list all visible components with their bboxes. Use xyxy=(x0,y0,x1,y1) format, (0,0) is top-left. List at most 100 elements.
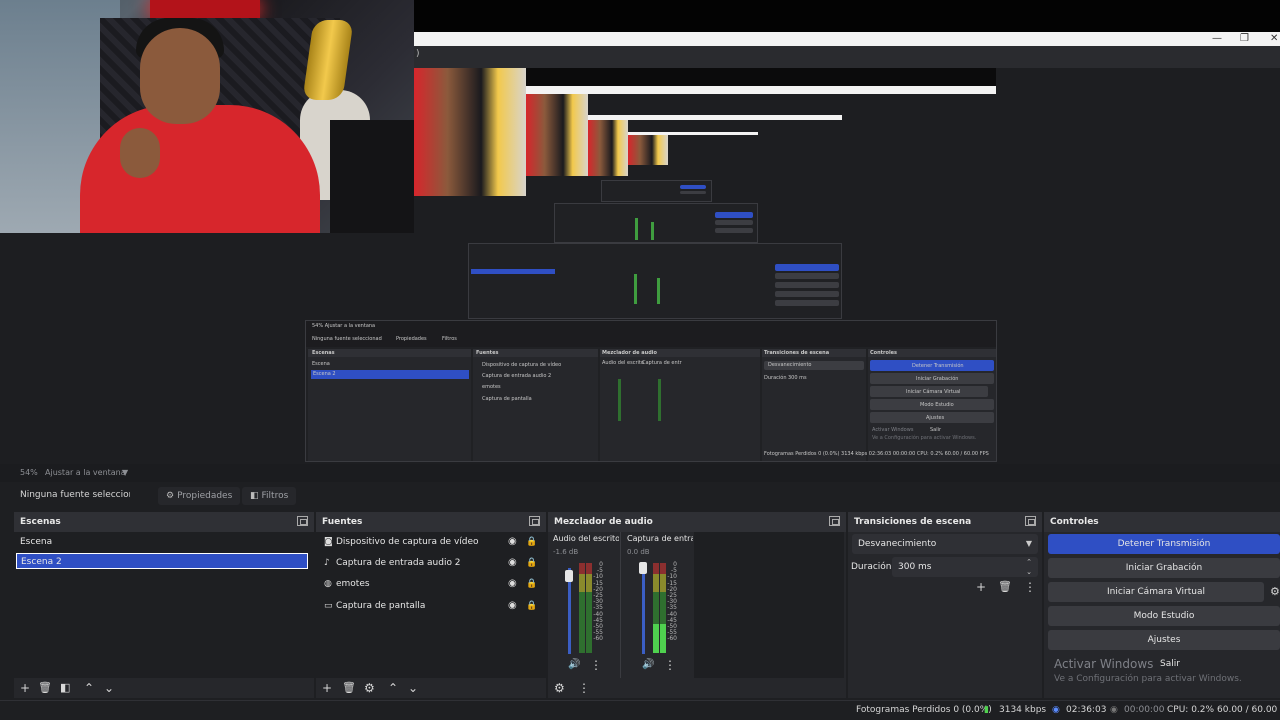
stream-icon: ◉ xyxy=(1052,705,1060,715)
move-scene-up-button[interactable]: ⌃ xyxy=(84,681,94,695)
camera-icon: ◙ xyxy=(324,537,333,547)
settings-button[interactable]: Ajustes xyxy=(1048,630,1280,650)
recording-time: 00:00:00 xyxy=(1124,705,1165,715)
add-transition-button[interactable]: + xyxy=(976,580,986,594)
recursive-obs-3 xyxy=(554,203,758,243)
preview-scale-bar: 54% Ajustar a la ventana ▼ xyxy=(0,464,1280,482)
sources-toolbar: + 🗑 ⚙ ⌃ ⌄ xyxy=(316,678,546,698)
move-source-up-button[interactable]: ⌃ xyxy=(388,681,398,695)
eye-icon[interactable]: ◉ xyxy=(508,596,517,616)
transition-menu-button[interactable]: ⋮ xyxy=(1024,580,1036,594)
scenes-dock-title: Escenas xyxy=(14,512,314,532)
cpu-usage: CPU: 0.2% xyxy=(1167,705,1215,715)
channel-menu-icon[interactable]: ⋮ xyxy=(664,658,676,672)
chevron-down-icon[interactable]: ▼ xyxy=(122,468,128,477)
transitions-dock-title: Transiciones de escena xyxy=(848,512,1042,532)
lock-icon[interactable]: 🔒 xyxy=(526,532,537,552)
source-item[interactable]: ◙ Dispositivo de captura de vídeo ◉ 🔒 xyxy=(320,532,542,552)
channel-menu-icon[interactable]: ⋮ xyxy=(590,658,602,672)
transition-type-select[interactable]: Desvanecimiento ▼ xyxy=(852,534,1038,554)
mixer-menu-button[interactable]: ⋮ xyxy=(578,681,590,695)
obs-window: — ❐ ✕ ) 54% Ajustar a la ventana Ninguna… xyxy=(0,0,1280,720)
signal-icon: ▮ xyxy=(984,705,989,715)
captured-menubar: ) xyxy=(414,46,1280,68)
lock-icon[interactable]: 🔒 xyxy=(526,553,537,573)
no-source-selected-label: Ninguna fuente seleccionad xyxy=(20,490,130,500)
source-properties-button[interactable]: ⚙ xyxy=(364,681,375,695)
record-icon: ◉ xyxy=(1110,705,1118,715)
lock-icon[interactable]: 🔒 xyxy=(526,596,537,616)
stop-streaming-button[interactable]: Detener Transmisión xyxy=(1048,534,1280,554)
remove-source-button[interactable]: 🗑 xyxy=(342,681,356,695)
advanced-audio-button[interactable]: ⚙ xyxy=(554,681,565,695)
meter-ticks: 0 -5 -10 -15 -20 -25 -30 -35 -40 -45 -50 -55 -60 xyxy=(663,561,677,643)
channel-name: Audio del escrito xyxy=(553,534,619,543)
properties-button[interactable]: ⚙ Propiedades xyxy=(158,487,241,505)
float-dock-icon[interactable] xyxy=(529,516,540,526)
recursive-webcam-1 xyxy=(414,68,526,196)
eye-icon[interactable]: ◉ xyxy=(508,574,517,594)
duration-spinbox[interactable]: 300 ms ⌃ ⌄ xyxy=(892,557,1038,577)
recursive-obs-2 xyxy=(468,243,842,319)
mixer-toolbar: ⚙ ⋮ xyxy=(548,678,846,698)
exit-button[interactable]: Salir xyxy=(1160,659,1180,669)
bitrate: 3134 kbps xyxy=(999,705,1047,715)
scenes-toolbar: + 🗑 ◧ ⌃ ⌄ xyxy=(14,678,314,698)
float-dock-icon[interactable] xyxy=(1025,516,1036,526)
gear-icon[interactable]: ⚙ xyxy=(1270,585,1280,599)
scene-item-escena[interactable]: Escena xyxy=(16,534,308,550)
eye-icon[interactable]: ◉ xyxy=(508,532,517,552)
dropped-frames: Fotogramas Perdidos 0 (0.0%) xyxy=(856,705,992,715)
volume-slider-knob[interactable] xyxy=(565,570,573,582)
filters-button[interactable]: ◧ Filtros xyxy=(242,487,297,505)
spin-arrows-icon[interactable]: ⌃ ⌄ xyxy=(1026,557,1032,577)
studio-mode-button[interactable]: Modo Estudio xyxy=(1048,606,1280,626)
webcam-source[interactable] xyxy=(0,0,414,233)
filter-icon: ◧ xyxy=(250,491,259,501)
float-dock-icon[interactable] xyxy=(297,516,308,526)
browser-icon: ◍ xyxy=(324,579,332,589)
lock-icon[interactable]: 🔒 xyxy=(526,574,537,594)
channel-name: Captura de entra xyxy=(627,534,693,543)
speaker-icon[interactable]: 🔊 xyxy=(642,658,654,672)
remove-scene-button[interactable]: 🗑 xyxy=(38,681,52,695)
fit-to-window-dropdown[interactable]: Ajustar a la ventana xyxy=(45,468,126,477)
start-recording-button[interactable]: Iniciar Grabación xyxy=(1048,558,1280,578)
start-virtual-camera-button[interactable]: Iniciar Cámara Virtual xyxy=(1048,582,1264,602)
monitor-icon: ▭ xyxy=(324,601,333,611)
context-bar: Ninguna fuente seleccionad ⚙Propiedades … xyxy=(0,482,1280,510)
volume-slider-knob[interactable] xyxy=(639,562,647,574)
source-item[interactable]: ◍ emotes ◉ 🔒 xyxy=(320,574,542,594)
meter-ticks: 0 -5 -10 -15 -20 -25 -30 -35 -40 -45 -50 -55 -60 xyxy=(589,561,603,643)
close-icon: ✕ xyxy=(1270,33,1279,44)
float-dock-icon[interactable] xyxy=(829,516,840,526)
meter-tick-label: -60 xyxy=(593,635,603,643)
fps: 60.00 / 60.00 FPS xyxy=(1217,705,1280,715)
scene-filters-button[interactable]: ◧ xyxy=(60,681,70,695)
sources-dock-title: Fuentes xyxy=(316,512,546,532)
recursive-webcam-4 xyxy=(628,135,668,165)
channel-db: -1.6 dB xyxy=(553,548,579,556)
activate-windows-title: Activar Windows xyxy=(1054,657,1154,671)
source-item[interactable]: ▭ Captura de pantalla ◉ 🔒 xyxy=(320,596,542,616)
recursive-obs-4 xyxy=(601,180,712,202)
add-scene-button[interactable]: + xyxy=(20,681,30,695)
stream-time: 02:36:03 xyxy=(1066,705,1107,715)
controls-dock-title: Controles xyxy=(1044,512,1280,532)
volume-slider[interactable] xyxy=(642,568,645,654)
channel-db: 0.0 dB xyxy=(627,548,650,556)
eye-icon[interactable]: ◉ xyxy=(508,553,517,573)
meter-tick-label: -60 xyxy=(667,635,677,643)
source-item[interactable]: ♪ Captura de entrada audio 2 ◉ 🔒 xyxy=(320,553,542,573)
volume-meter xyxy=(579,563,585,653)
microphone-icon: ♪ xyxy=(324,558,330,568)
status-bar: Fotogramas Perdidos 0 (0.0%) ▮ 3134 kbps… xyxy=(0,700,1280,720)
add-source-button[interactable]: + xyxy=(322,681,332,695)
move-scene-down-button[interactable]: ⌄ xyxy=(104,681,114,695)
remove-transition-button[interactable]: 🗑 xyxy=(998,580,1012,594)
scene-item-escena-2[interactable]: Escena 2 xyxy=(16,553,308,569)
move-source-down-button[interactable]: ⌄ xyxy=(408,681,418,695)
speaker-icon[interactable]: 🔊 xyxy=(568,658,580,672)
captured-titlebar: — ❐ ✕ xyxy=(414,32,1280,46)
recursive-webcam-3 xyxy=(588,120,628,176)
